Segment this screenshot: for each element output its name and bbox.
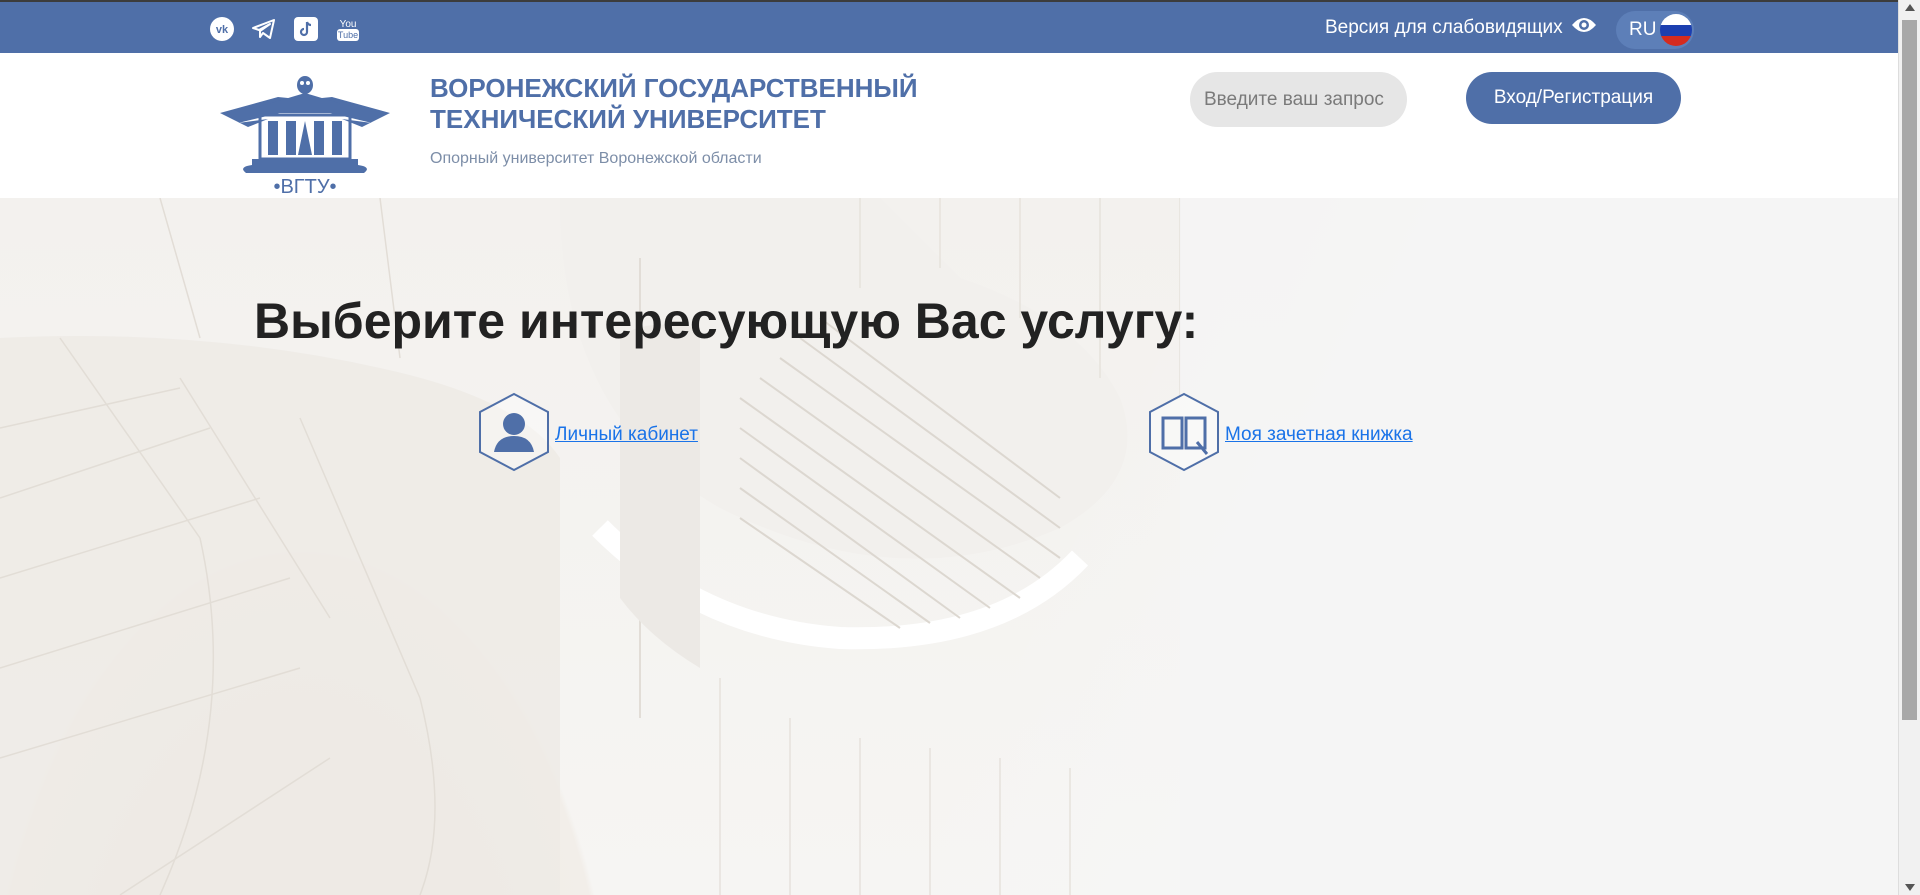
youtube-label-bottom: Tube — [338, 30, 358, 40]
svg-text:vk: vk — [216, 24, 229, 36]
youtube-icon[interactable]: You Tube — [334, 15, 362, 43]
scroll-down-arrow-icon[interactable] — [1905, 884, 1915, 891]
search-input[interactable] — [1190, 72, 1407, 127]
russia-flag-icon — [1660, 14, 1692, 46]
university-name: ВОРОНЕЖСКИЙ ГОСУДАРСТВЕННЫЙ ТЕХНИЧЕСКИЙ … — [430, 73, 918, 135]
login-register-button[interactable]: Вход/Регистрация — [1466, 72, 1681, 124]
book-icon — [1147, 392, 1221, 477]
telegram-icon[interactable] — [250, 15, 278, 43]
personal-account-link[interactable]: Личный кабинет — [555, 424, 698, 446]
scrollbar-thumb[interactable] — [1902, 20, 1917, 720]
accessible-version-label: Версия для слабовидящих — [1325, 17, 1563, 38]
service-personal-account[interactable]: Личный кабинет — [477, 392, 698, 477]
language-label: RU — [1629, 19, 1657, 40]
top-bar: vk You Tube Версия для слабовидящих RU — [0, 0, 1898, 53]
tiktok-icon[interactable] — [292, 15, 320, 43]
service-record-book[interactable]: Моя зачетная книжка — [1147, 392, 1413, 477]
record-book-link[interactable]: Моя зачетная книжка — [1225, 424, 1413, 446]
youtube-label-top: You — [340, 19, 357, 30]
accessible-version-link[interactable]: Версия для слабовидящих — [1325, 16, 1597, 40]
logo-text: •ВГТУ• — [273, 176, 336, 197]
vk-icon[interactable]: vk — [208, 15, 236, 43]
site-header: •ВГТУ• ВОРОНЕЖСКИЙ ГОСУДАРСТВЕННЫЙ ТЕХНИ… — [0, 53, 1898, 198]
page-title: Выберите интересующую Вас услугу: — [254, 293, 1199, 349]
university-subtitle: Опорный университет Воронежской области — [430, 150, 762, 167]
university-name-line1: ВОРОНЕЖСКИЙ ГОСУДАРСТВЕННЫЙ — [430, 73, 918, 103]
vertical-scrollbar[interactable] — [1898, 0, 1920, 895]
eye-icon — [1571, 16, 1597, 40]
university-name-line2: ТЕХНИЧЕСКИЙ УНИВЕРСИТЕТ — [430, 104, 826, 134]
scroll-up-arrow-icon[interactable] — [1905, 4, 1915, 11]
main-content: Выберите интересующую Вас услугу: Личный… — [0, 198, 1898, 895]
social-links: vk You Tube — [208, 15, 362, 43]
university-logo[interactable]: •ВГТУ• — [218, 69, 392, 198]
language-switcher[interactable]: RU — [1616, 11, 1694, 49]
user-icon — [477, 392, 551, 477]
